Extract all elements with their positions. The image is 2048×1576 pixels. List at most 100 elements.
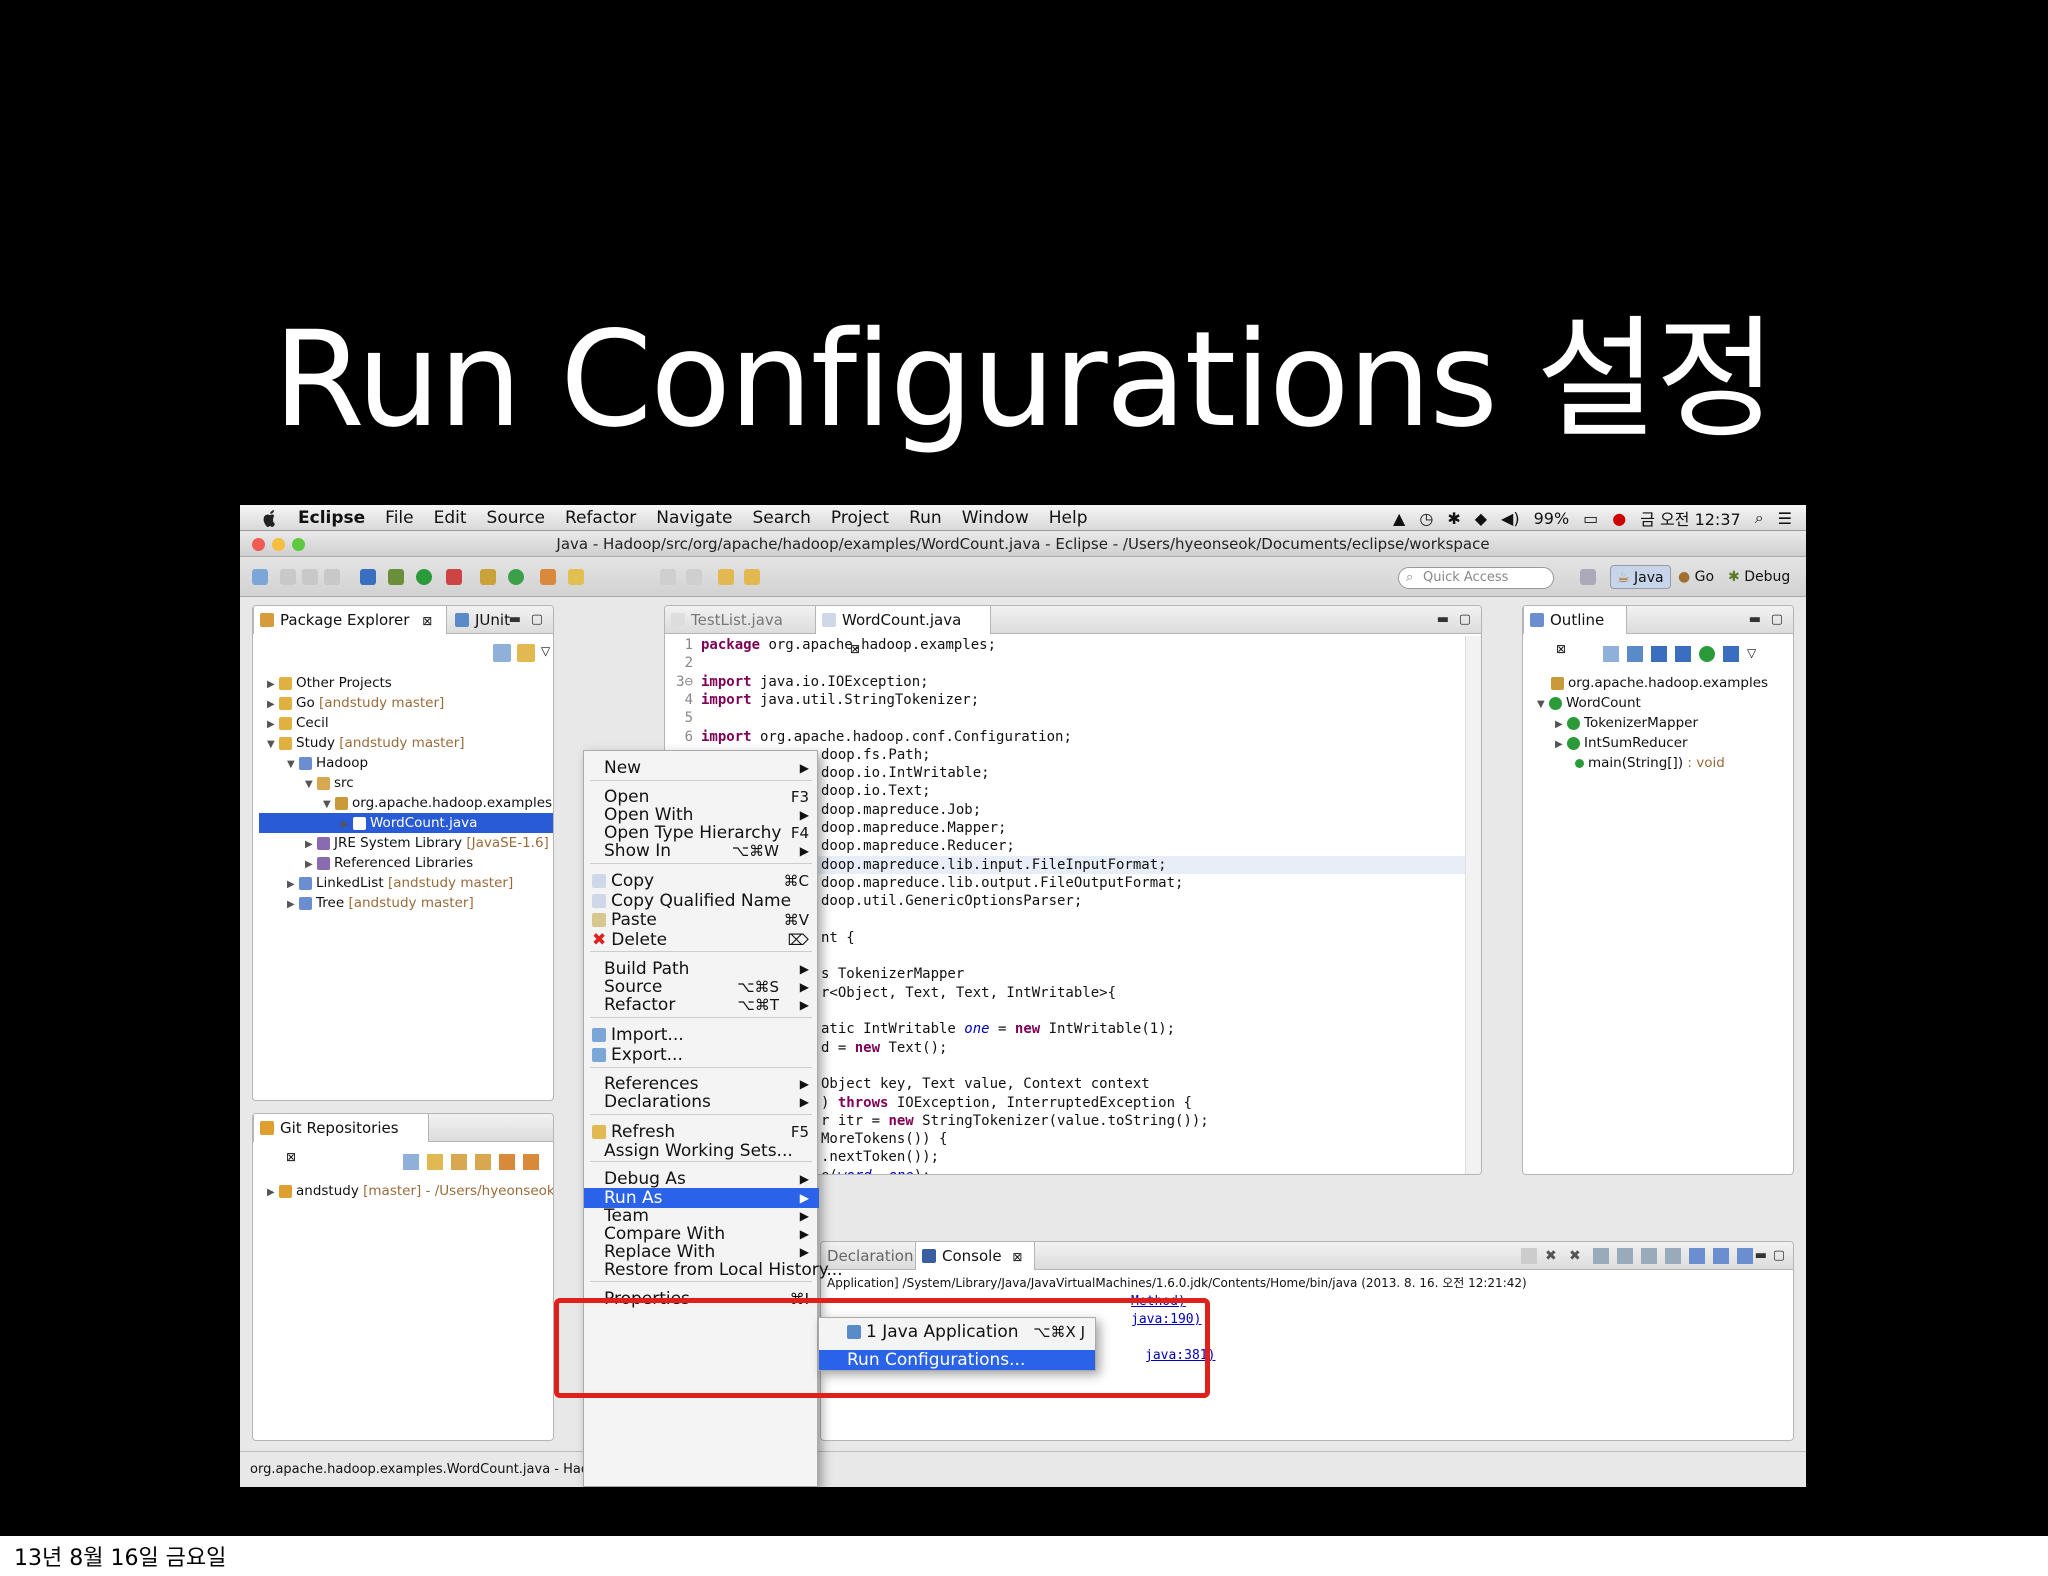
remove-all-launches-icon[interactable]: ✖ — [1569, 1248, 1585, 1264]
tab-package-explorer[interactable]: Package Explorer ⊠ — [253, 606, 447, 634]
collapse-arrow-icon[interactable]: ▼ — [305, 775, 317, 795]
previous-annotation-icon[interactable] — [686, 569, 702, 585]
close-window-icon[interactable] — [252, 538, 265, 551]
code-line[interactable]: 3⊖ import java.io.IOException; — [665, 673, 1481, 691]
show-on-output-icon[interactable] — [1641, 1248, 1657, 1264]
search-toolbar-icon[interactable] — [568, 569, 584, 585]
menu-item-copy[interactable]: Copy ⌘C — [584, 871, 819, 891]
menu-item-paste[interactable]: Paste ⌘V — [584, 910, 819, 930]
tree-item-package[interactable]: ▼ org.apache.hadoop.examples — [323, 793, 552, 813]
menu-item-declarations[interactable]: Declarations ▶ — [584, 1092, 819, 1112]
time-machine-icon[interactable]: ◷ — [1419, 509, 1433, 528]
collapse-arrow-icon[interactable]: ▼ — [1537, 695, 1549, 715]
menu-run[interactable]: Run — [909, 508, 942, 528]
new-icon[interactable] — [252, 569, 268, 585]
menu-item-open-with[interactable]: Open With ▶ — [584, 805, 819, 825]
bluetooth-icon[interactable]: ✱ — [1447, 509, 1460, 528]
menu-item-run-as[interactable]: Run As ▶ — [584, 1188, 819, 1208]
close-tab-icon[interactable]: ⊠ — [1012, 1250, 1022, 1264]
clone-repository-icon[interactable] — [475, 1154, 491, 1170]
pin-console-icon[interactable] — [1689, 1248, 1705, 1264]
clock[interactable]: 금 오전 12:37 — [1640, 506, 1740, 530]
tree-item-study[interactable]: ▼ Study [andstudy master] — [267, 733, 465, 753]
refresh-icon[interactable] — [523, 1154, 539, 1170]
collapse-all-icon[interactable] — [493, 644, 511, 662]
open-perspective-icon[interactable] — [1580, 569, 1596, 585]
menu-item-build-path[interactable]: Build Path ▶ — [584, 959, 819, 979]
menu-item-open-type-hierarchy[interactable]: Open Type Hierarchy F4 — [584, 823, 819, 843]
display-console-icon[interactable] — [1713, 1248, 1729, 1264]
outline-item-wordcount[interactable]: ▼ WordCount — [1537, 693, 1641, 713]
expand-arrow-icon[interactable]: ▶ — [1555, 735, 1567, 755]
close-tab-icon[interactable]: ⊠ — [286, 1150, 296, 1164]
menu-item-debug-as[interactable]: Debug As ▶ — [584, 1169, 819, 1189]
code-line[interactable]: 2 — [665, 654, 1481, 672]
menu-edit[interactable]: Edit — [434, 508, 467, 528]
menu-item-references[interactable]: References ▶ — [584, 1074, 819, 1094]
outline-item-tokenizermapper[interactable]: ▶ TokenizerMapper — [1555, 713, 1698, 733]
menu-app-name[interactable]: Eclipse — [298, 508, 365, 528]
menu-search[interactable]: Search — [753, 508, 811, 528]
menu-item-export[interactable]: Export... — [584, 1045, 819, 1065]
tab-outline[interactable]: Outline ⊠ — [1523, 606, 1627, 656]
maximize-view-icon[interactable]: ▢ — [1773, 1248, 1785, 1263]
new-java-class-icon[interactable] — [508, 569, 524, 585]
forward-icon[interactable] — [744, 569, 760, 585]
remove-launch-icon[interactable]: ✖ — [1545, 1248, 1561, 1264]
menu-item-assign-working-sets[interactable]: Assign Working Sets... — [584, 1141, 819, 1161]
code-line[interactable]: 1 package org.apache.hadoop.examples; — [665, 636, 1481, 654]
menu-navigate[interactable]: Navigate — [656, 508, 732, 528]
expand-arrow-icon[interactable]: ▶ — [287, 875, 299, 895]
save-icon[interactable] — [280, 569, 296, 585]
next-annotation-icon[interactable] — [660, 569, 676, 585]
menu-window[interactable]: Window — [962, 508, 1029, 528]
expand-arrow-icon[interactable]: ▶ — [305, 835, 317, 855]
collapse-arrow-icon[interactable]: ▼ — [287, 755, 299, 775]
open-type-icon[interactable] — [540, 569, 556, 585]
outline-item-intsumreducer[interactable]: ▶ IntSumReducer — [1555, 733, 1688, 753]
expand-arrow-icon[interactable]: ▶ — [287, 895, 299, 915]
tree-item-tree[interactable]: ▶ Tree [andstudy master] — [287, 893, 474, 913]
menu-item-replace-with[interactable]: Replace With ▶ — [584, 1242, 819, 1262]
minimize-view-icon[interactable]: ▬ — [1755, 1248, 1767, 1263]
close-tab-icon[interactable]: ⊠ — [422, 614, 432, 628]
collapse-arrow-icon[interactable]: ▼ — [323, 795, 335, 815]
outline-item-main[interactable]: main(String[]) : void — [1575, 753, 1725, 773]
close-tab-icon[interactable]: ⊠ — [1556, 642, 1566, 656]
code-line[interactable]: 6 import org.apache.hadoop.conf.Configura… — [665, 728, 1481, 746]
scroll-lock-icon[interactable] — [1617, 1248, 1633, 1264]
terminate-icon[interactable] — [1521, 1248, 1537, 1264]
expand-arrow-icon[interactable]: ▶ — [267, 695, 279, 715]
tab-testlist-java[interactable]: TestList.java — [665, 606, 813, 634]
sort-icon[interactable] — [1627, 646, 1643, 662]
tab-console[interactable]: Console ⊠ — [915, 1242, 1035, 1270]
perspective-go[interactable]: ● Go — [1672, 565, 1720, 589]
tree-item-go[interactable]: ▶ Go [andstudy master] — [267, 693, 444, 713]
tree-item-linkedlist[interactable]: ▶ LinkedList [andstudy master] — [287, 873, 513, 893]
minimize-window-icon[interactable] — [272, 538, 285, 551]
tab-git-repositories[interactable]: Git Repositories ⊠ — [253, 1114, 429, 1164]
view-menu-icon[interactable]: ▽ — [541, 644, 550, 658]
expand-arrow-icon[interactable]: ▶ — [267, 715, 279, 735]
menu-item-import[interactable]: Import... — [584, 1025, 819, 1045]
expand-arrow-icon[interactable]: ▶ — [1555, 715, 1567, 735]
menu-item-new[interactable]: New ▶ — [584, 758, 819, 778]
code-line[interactable]: 5 — [665, 709, 1481, 727]
expand-arrow-icon[interactable]: ▶ — [341, 815, 353, 835]
menu-project[interactable]: Project — [831, 508, 889, 528]
collapse-all-icon[interactable] — [1603, 646, 1619, 662]
show-on-error-icon[interactable] — [1665, 1248, 1681, 1264]
expand-arrow-icon[interactable]: ▶ — [267, 1183, 279, 1203]
tree-item-referenced-libraries[interactable]: ▶ Referenced Libraries — [305, 853, 473, 873]
view-menu-icon[interactable]: ▽ — [1747, 646, 1756, 662]
outline-item-package[interactable]: org.apache.hadoop.examples — [1551, 673, 1768, 693]
volume-icon[interactable]: ◀) — [1501, 509, 1520, 528]
tree-item-wordcount-java[interactable]: ▶ WordCount.java — [259, 813, 553, 833]
save-all-icon[interactable] — [302, 569, 318, 585]
maximize-view-icon[interactable]: ▢ — [1771, 612, 1783, 627]
spotlight-icon[interactable]: ⌕ — [1755, 508, 1764, 528]
link-with-editor-icon[interactable] — [517, 644, 535, 662]
minimize-view-icon[interactable]: ▬ — [1437, 612, 1449, 627]
link-with-selection-icon[interactable] — [427, 1154, 443, 1170]
perspective-java[interactable]: ☕ Java — [1610, 565, 1671, 589]
